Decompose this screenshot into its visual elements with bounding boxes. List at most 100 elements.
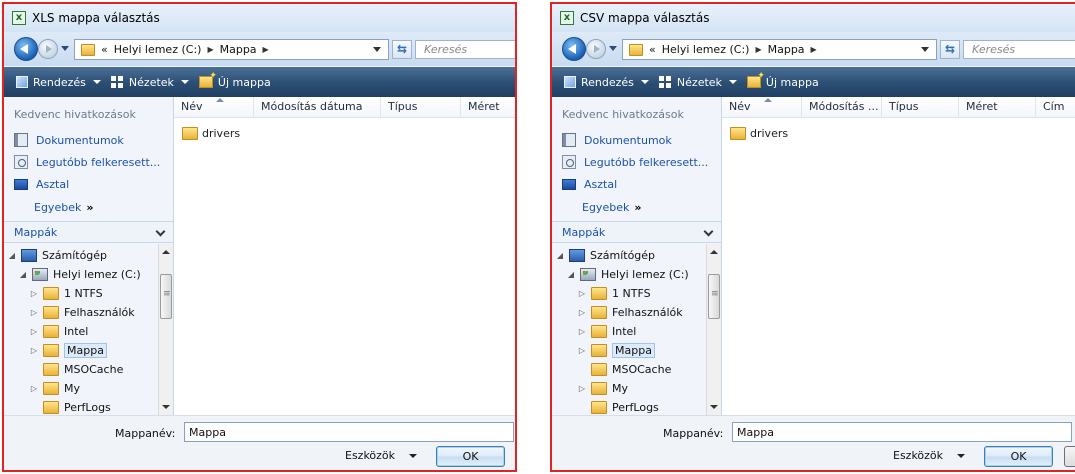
- tree-collapsed-icon[interactable]: ▷: [578, 327, 586, 336]
- favorite-desktop[interactable]: Asztal: [14, 175, 69, 193]
- column-size[interactable]: Méret: [461, 97, 515, 118]
- column-type[interactable]: Típus: [882, 97, 959, 118]
- favorite-recent[interactable]: Legutóbb felkeresett...: [562, 153, 708, 171]
- tree-item-folder[interactable]: ▷ Felhasználók: [30, 303, 135, 322]
- breadcrumb-item[interactable]: Helyi lemez (C:): [114, 43, 202, 56]
- scroll-down-icon[interactable]: [710, 405, 718, 409]
- tree-expanded-icon[interactable]: ◢: [8, 251, 16, 260]
- list-item[interactable]: drivers: [730, 124, 788, 142]
- favorite-desktop[interactable]: Asztal: [562, 175, 617, 193]
- scrollbar-thumb[interactable]: [708, 274, 720, 319]
- column-name[interactable]: Név: [722, 97, 802, 118]
- tree-expanded-icon[interactable]: ◢: [19, 270, 27, 279]
- list-item[interactable]: drivers: [182, 124, 240, 142]
- column-name[interactable]: Név: [174, 97, 254, 118]
- desktop-icon: [14, 178, 28, 190]
- favorites-more-link[interactable]: Egyebek »: [34, 201, 93, 214]
- refresh-button[interactable]: ⇆: [940, 40, 960, 59]
- column-modified[interactable]: Módosítás dátuma: [254, 97, 381, 118]
- breadcrumb-item[interactable]: Mappa: [768, 43, 805, 56]
- tree-item-folder[interactable]: ▷ Mappa: [30, 341, 107, 360]
- breadcrumb-item[interactable]: Mappa: [220, 43, 257, 56]
- favorites-more-link[interactable]: Egyebek »: [582, 201, 641, 214]
- scroll-up-icon[interactable]: [710, 250, 718, 254]
- scroll-down-icon[interactable]: [162, 405, 170, 409]
- tree-item-drive[interactable]: ◢ Helyi lemez (C:): [19, 265, 141, 284]
- breadcrumb-item[interactable]: Helyi lemez (C:): [662, 43, 750, 56]
- address-bar[interactable]: « Helyi lemez (C:) ▶ Mappa ▶: [74, 39, 389, 60]
- address-dropdown-icon[interactable]: [921, 47, 929, 52]
- refresh-button[interactable]: ⇆: [392, 40, 412, 59]
- tree-collapsed-icon[interactable]: ▷: [578, 384, 586, 393]
- cancel-button[interactable]: [1064, 446, 1075, 467]
- tree-expanded-icon[interactable]: ◢: [556, 251, 564, 260]
- new-folder-button[interactable]: Új mappa: [746, 71, 819, 89]
- forward-button[interactable]: [38, 39, 58, 59]
- address-bar[interactable]: « Helyi lemez (C:) ▶ Mappa ▶: [622, 39, 937, 60]
- tree-item-folder[interactable]: ▷ 1 NTFS: [30, 284, 103, 303]
- new-folder-button[interactable]: Új mappa: [198, 71, 271, 89]
- tree-item-folder[interactable]: PerfLogs: [30, 398, 111, 415]
- forward-button[interactable]: [586, 39, 606, 59]
- tree-collapsed-icon[interactable]: ▷: [578, 289, 586, 298]
- history-dropdown-icon[interactable]: [61, 46, 69, 51]
- tree-item-drive[interactable]: ◢ Helyi lemez (C:): [567, 265, 689, 284]
- column-size[interactable]: Méret: [959, 97, 1036, 118]
- back-button[interactable]: [562, 37, 586, 61]
- tree-item-folder[interactable]: ▷ Mappa: [578, 341, 655, 360]
- tree-item-folder[interactable]: MSOCache: [30, 360, 123, 379]
- column-modified[interactable]: Módosítás ...: [802, 97, 882, 118]
- tree-scrollbar[interactable]: [706, 244, 721, 415]
- chevron-right-icon[interactable]: ▶: [263, 45, 269, 54]
- organize-button[interactable]: Rendezés: [564, 76, 649, 89]
- folder-tree: ◢ Számítógép ◢ Helyi lemez (C:) ▷ 1 NTFS ▷ Felh…: [4, 244, 158, 415]
- tree-item-computer[interactable]: ◢ Számítógép: [8, 246, 107, 265]
- favorite-documents[interactable]: Dokumentumok: [562, 131, 672, 149]
- search-input[interactable]: Keresés: [963, 40, 1075, 59]
- organize-button[interactable]: Rendezés: [16, 76, 101, 89]
- favorite-documents[interactable]: Dokumentumok: [14, 131, 124, 149]
- tools-button[interactable]: Eszközök: [893, 449, 966, 462]
- chevron-right-icon[interactable]: ▶: [755, 45, 761, 54]
- tree-collapsed-icon[interactable]: ▷: [30, 346, 38, 355]
- folder-name-input[interactable]: [184, 422, 514, 442]
- ok-button[interactable]: OK: [984, 446, 1053, 467]
- tree-collapsed-icon[interactable]: ▷: [30, 384, 38, 393]
- tree-item-folder[interactable]: ▷ My: [30, 379, 80, 398]
- search-input[interactable]: Keresés: [415, 40, 515, 59]
- scrollbar-thumb[interactable]: [160, 274, 172, 319]
- column-title[interactable]: Cím: [1036, 97, 1075, 118]
- views-button[interactable]: Nézetek: [110, 76, 189, 89]
- history-dropdown-icon[interactable]: [609, 46, 617, 51]
- tools-button[interactable]: Eszközök: [345, 449, 418, 462]
- scroll-up-icon[interactable]: [162, 250, 170, 254]
- tree-collapsed-icon[interactable]: ▷: [578, 308, 586, 317]
- folders-header[interactable]: Mappák: [4, 221, 173, 243]
- tree-expanded-icon[interactable]: ◢: [567, 270, 575, 279]
- folder-name-input[interactable]: [732, 422, 1072, 442]
- tree-item-folder[interactable]: MSOCache: [578, 360, 671, 379]
- back-button[interactable]: [14, 37, 38, 61]
- ok-button[interactable]: OK: [436, 446, 505, 467]
- chevron-right-icon[interactable]: ▶: [811, 45, 817, 54]
- tree-collapsed-icon[interactable]: ▷: [30, 327, 38, 336]
- tree-item-folder[interactable]: PerfLogs: [578, 398, 659, 415]
- tree-collapsed-icon[interactable]: ▷: [30, 308, 38, 317]
- tree-item-folder[interactable]: ▷ My: [578, 379, 628, 398]
- chevron-right-icon[interactable]: ▶: [207, 45, 213, 54]
- column-type[interactable]: Típus: [381, 97, 461, 118]
- tree-item-folder[interactable]: ▷ Intel: [578, 322, 636, 341]
- tree-collapsed-icon[interactable]: ▷: [30, 289, 38, 298]
- address-dropdown-icon[interactable]: [373, 47, 381, 52]
- breadcrumb-overflow[interactable]: «: [101, 43, 108, 56]
- tree-scrollbar[interactable]: [158, 244, 173, 415]
- favorite-recent[interactable]: Legutóbb felkeresett...: [14, 153, 160, 171]
- tree-collapsed-icon[interactable]: ▷: [578, 346, 586, 355]
- tree-item-folder[interactable]: ▷ 1 NTFS: [578, 284, 651, 303]
- views-button[interactable]: Nézetek: [658, 76, 737, 89]
- folders-header[interactable]: Mappák: [552, 221, 721, 243]
- breadcrumb-overflow[interactable]: «: [649, 43, 656, 56]
- tree-item-folder[interactable]: ▷ Felhasználók: [578, 303, 683, 322]
- tree-item-folder[interactable]: ▷ Intel: [30, 322, 88, 341]
- tree-item-computer[interactable]: ◢ Számítógép: [556, 246, 655, 265]
